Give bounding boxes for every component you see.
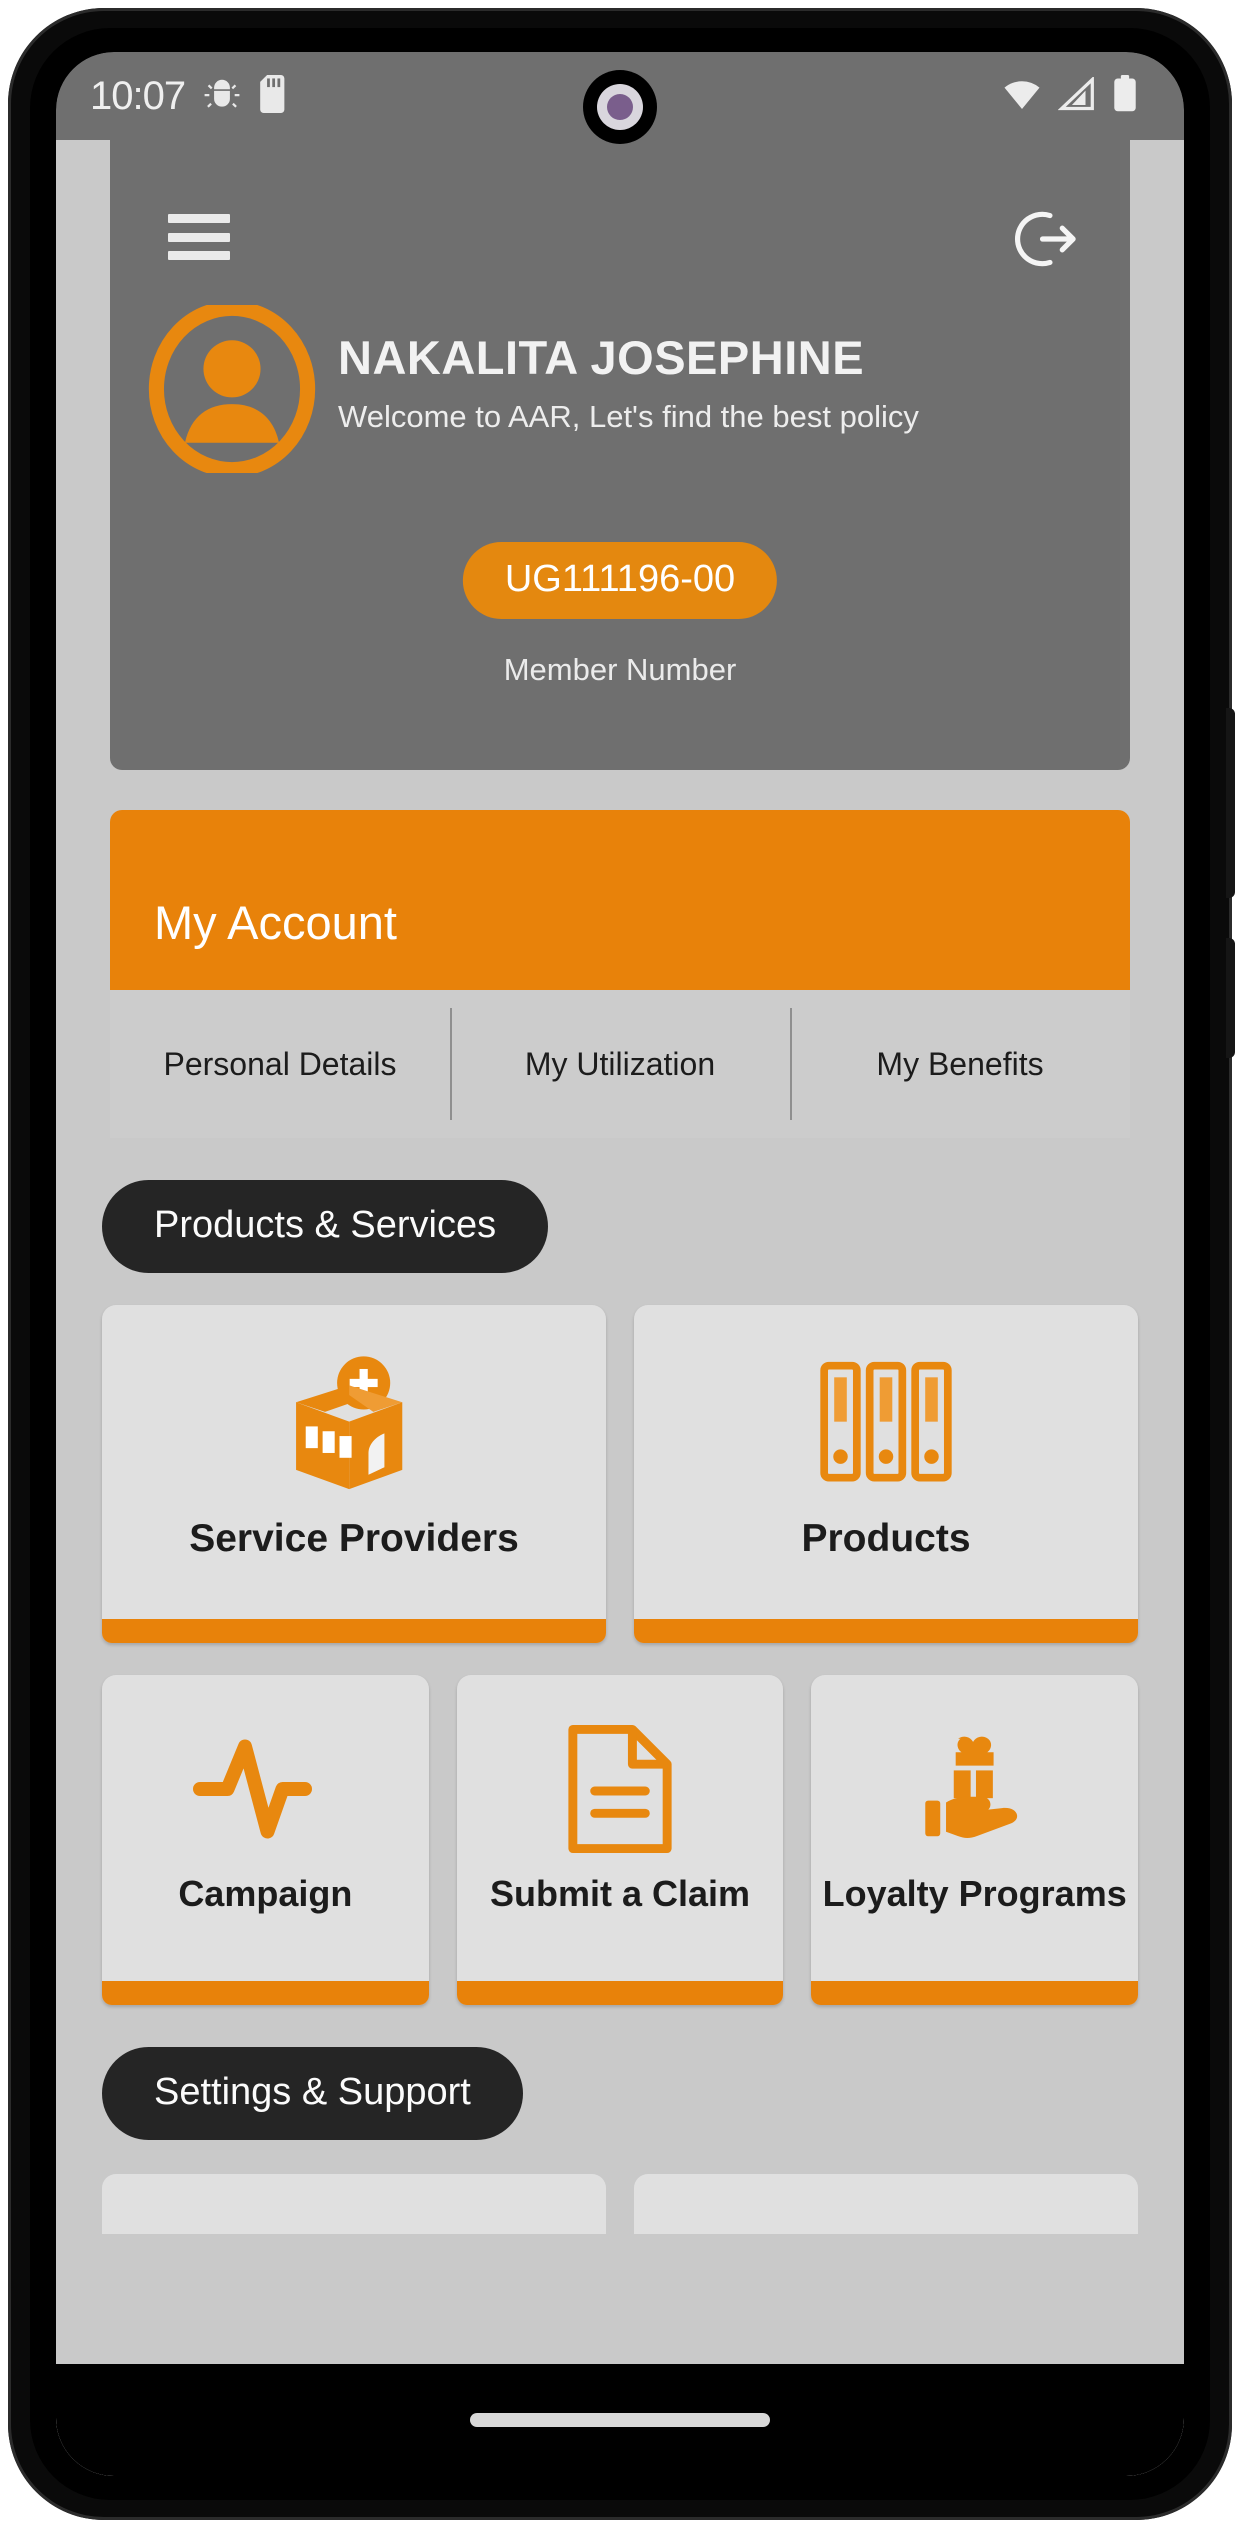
tile-service-providers[interactable]: Service Providers xyxy=(102,1305,606,1643)
settings-support-row-partial xyxy=(56,2174,1184,2234)
hospital-building-icon xyxy=(276,1349,432,1499)
logout-icon[interactable] xyxy=(1008,202,1082,276)
my-account-header: My Account xyxy=(110,810,1130,990)
hamburger-bar xyxy=(168,251,230,260)
tile-accent-bar xyxy=(811,1981,1139,2005)
tab-label: My Benefits xyxy=(876,1045,1044,1082)
tile-accent-bar xyxy=(102,1981,429,2005)
profile-welcome-message: Welcome to AAR, Let's find the best poli… xyxy=(338,399,919,434)
hamburger-bar xyxy=(168,232,230,242)
status-clock: 10:07 xyxy=(90,73,186,118)
tab-label: Personal Details xyxy=(163,1045,397,1082)
heartbeat-pulse-icon xyxy=(190,1719,340,1859)
tab-label: My Utilization xyxy=(524,1045,716,1082)
document-icon xyxy=(562,1719,678,1859)
user-avatar-icon xyxy=(148,300,316,478)
member-number-badge[interactable]: UG111196-00 xyxy=(462,542,778,619)
profile-header: NAKALITA JOSEPHINE Welcome to AAR, Let's… xyxy=(110,140,1130,770)
profile-name: NAKALITA JOSEPHINE xyxy=(338,331,865,384)
gesture-navigation-bar xyxy=(56,2364,1184,2476)
hamburger-menu-icon[interactable] xyxy=(168,214,230,260)
status-bar-right xyxy=(1002,52,1138,140)
tile-submit-a-claim[interactable]: Submit a Claim xyxy=(456,1675,784,2005)
products-services-row-2: Campaign Submit a Claim Loyalty Programs xyxy=(56,1675,1184,2005)
products-services-row-1: Service Providers Products xyxy=(56,1305,1184,1643)
tile-campaign[interactable]: Campaign xyxy=(102,1675,429,2005)
account-tabs: Personal Details My Utilization My Benef… xyxy=(110,990,1130,1138)
front-camera-notch xyxy=(583,70,657,144)
tile-label: Service Providers xyxy=(189,1517,519,1560)
phone-screen: 10:07 NAKALITA JOSEPHINE Welcome to AAR,… xyxy=(56,52,1184,2476)
tile-loyalty-programs[interactable]: Loyalty Programs xyxy=(811,1675,1139,2005)
products-services-section-button[interactable]: Products & Services xyxy=(102,1180,549,1273)
power-button[interactable] xyxy=(1226,708,1235,898)
tile-accent-bar xyxy=(456,1981,784,2005)
tile-label: Products xyxy=(801,1517,971,1560)
tile-label: Campaign xyxy=(178,1873,353,1914)
tile-label: Loyalty Programs xyxy=(822,1873,1127,1914)
my-account-title: My Account xyxy=(154,896,397,949)
tile-accent-bar xyxy=(634,1619,1138,1643)
app-content: NAKALITA JOSEPHINE Welcome to AAR, Let's… xyxy=(56,140,1184,2476)
android-bug-icon xyxy=(203,75,241,118)
tile-partial[interactable] xyxy=(634,2174,1138,2234)
tab-my-utilization[interactable]: My Utilization xyxy=(450,990,790,1138)
tile-label: Submit a Claim xyxy=(489,1873,751,1914)
wifi-icon xyxy=(1002,77,1042,116)
settings-support-section-button[interactable]: Settings & Support xyxy=(102,2047,523,2140)
cellular-signal-icon xyxy=(1057,75,1096,116)
hamburger-bar xyxy=(168,214,230,223)
gift-in-hand-icon xyxy=(905,1719,1045,1859)
tile-products[interactable]: Products xyxy=(634,1305,1138,1643)
tab-my-benefits[interactable]: My Benefits xyxy=(790,990,1130,1138)
binders-icon xyxy=(816,1349,956,1499)
sd-card-icon xyxy=(259,74,289,118)
phone-frame: 10:07 NAKALITA JOSEPHINE Welcome to AAR,… xyxy=(8,8,1235,2520)
tab-personal-details[interactable]: Personal Details xyxy=(110,990,450,1138)
profile-text-block: NAKALITA JOSEPHINE Welcome to AAR, Let's… xyxy=(338,330,1102,435)
tile-partial[interactable] xyxy=(102,2174,606,2234)
battery-icon xyxy=(1112,74,1138,118)
member-number-label: Member Number xyxy=(503,652,737,687)
volume-button[interactable] xyxy=(1226,938,1235,1058)
gesture-home-pill[interactable] xyxy=(470,2413,770,2427)
tile-accent-bar xyxy=(102,1619,606,1643)
status-bar-left: 10:07 xyxy=(90,74,289,119)
camera-lens-icon xyxy=(597,84,643,130)
